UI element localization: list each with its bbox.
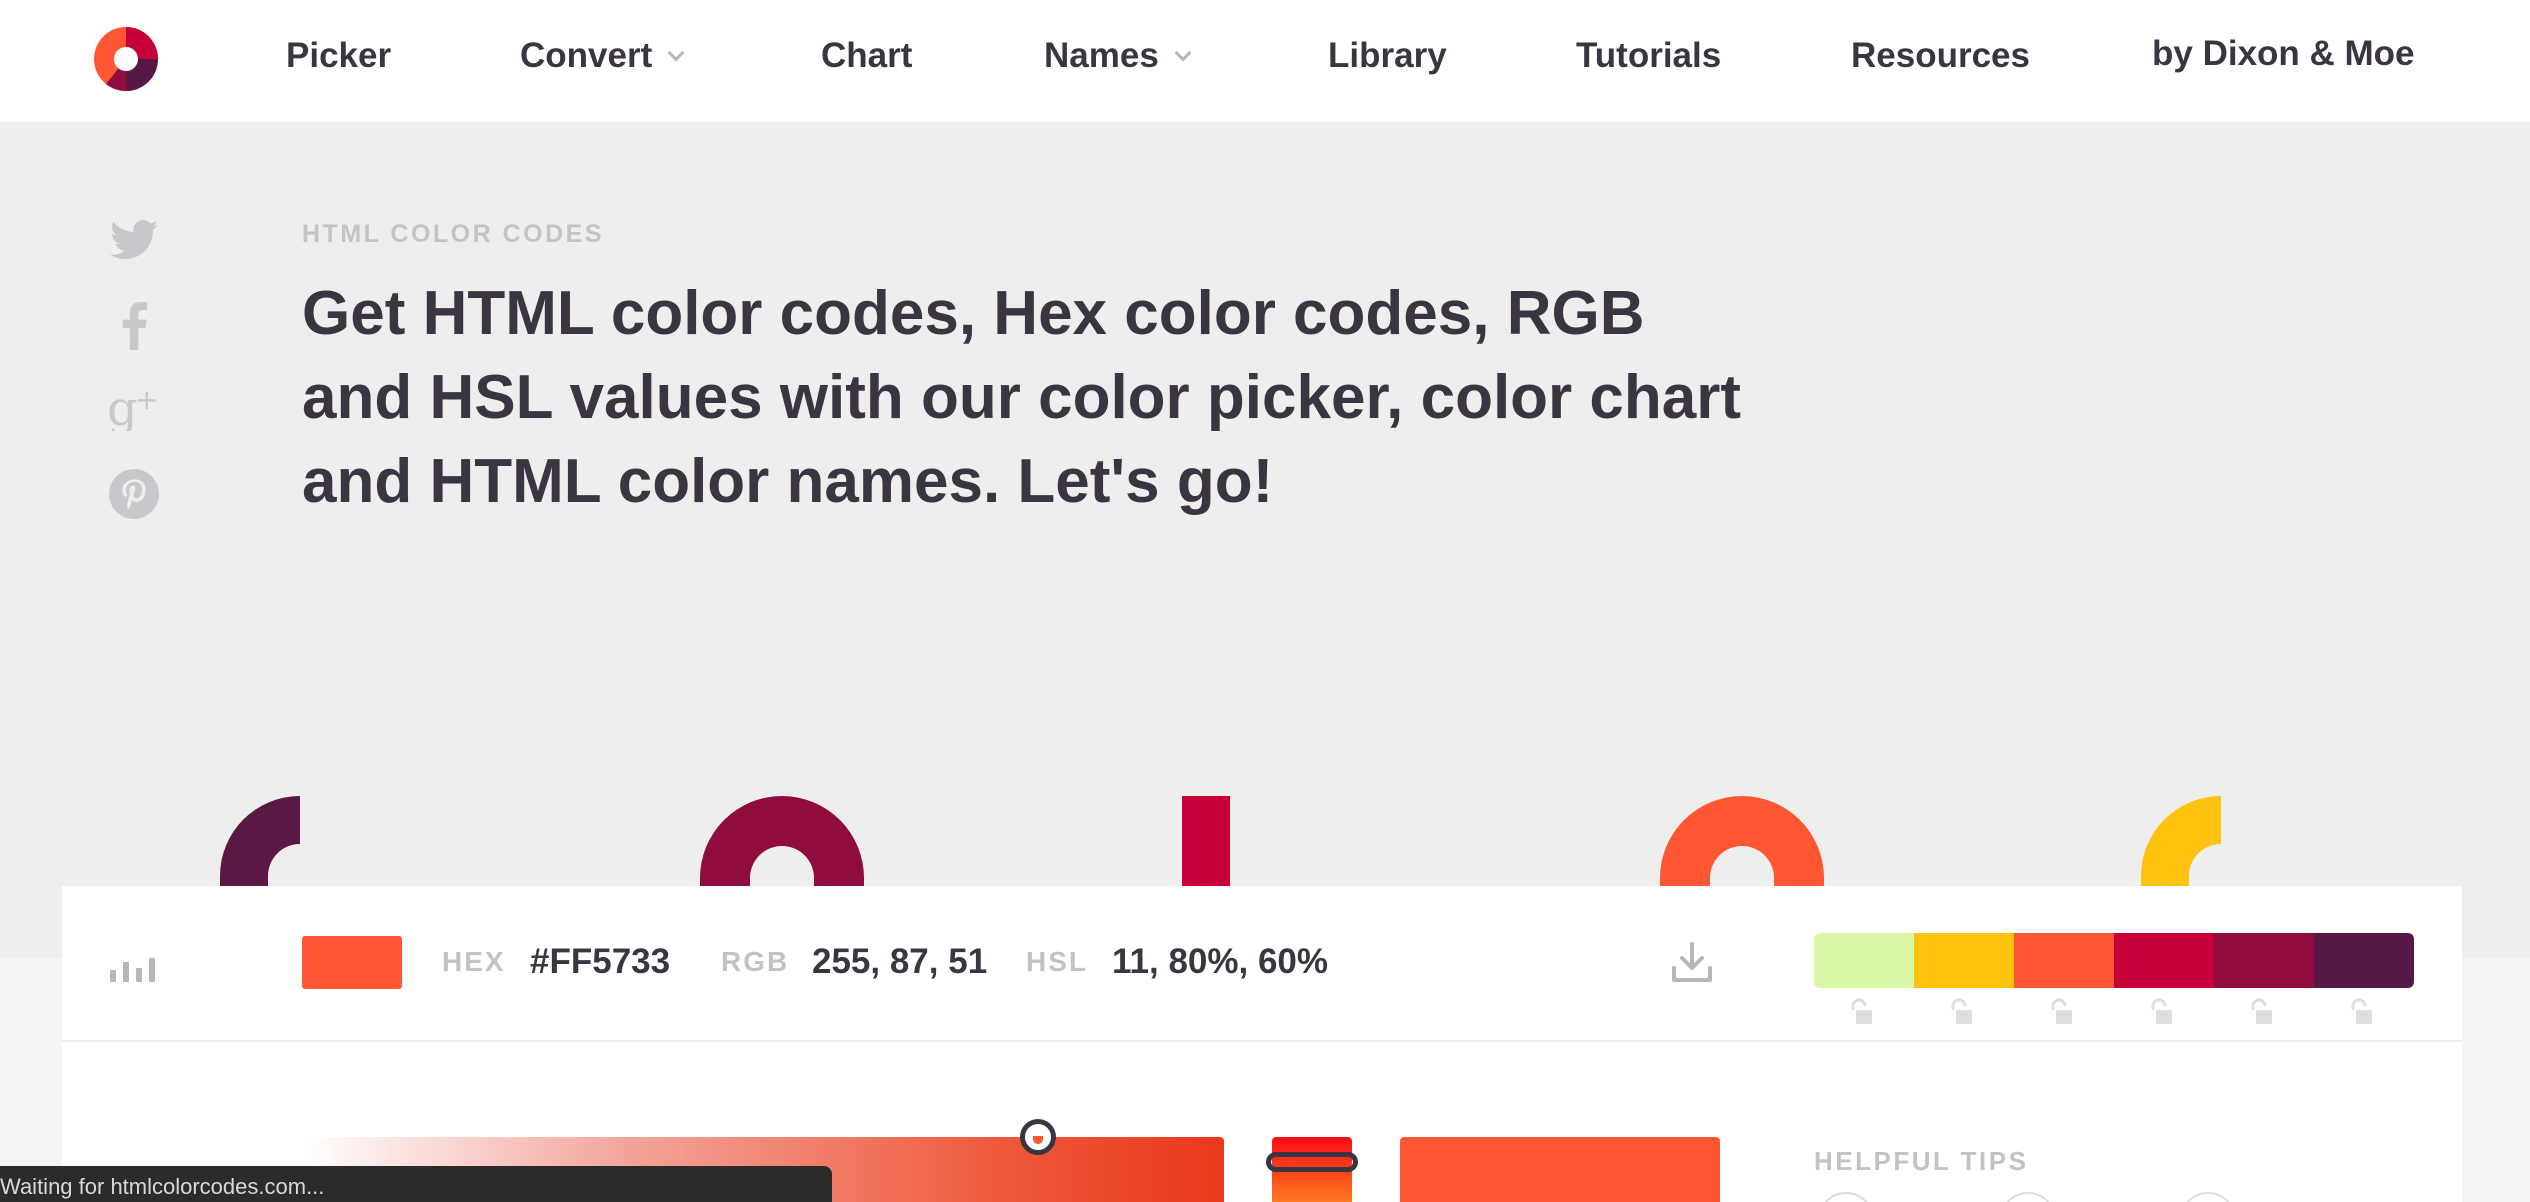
chevron-down-icon — [667, 44, 685, 62]
nav-convert-label: Convert — [520, 36, 653, 75]
page-headline: Get HTML color codes, Hex color codes, R… — [302, 279, 1742, 516]
deco-bar — [1182, 796, 1230, 886]
picker-handle[interactable] — [1020, 1119, 1056, 1155]
deco-ring — [700, 796, 864, 886]
nav-resources[interactable]: Resources — [1851, 36, 2030, 76]
nav-tutorials[interactable]: Tutorials — [1576, 36, 1721, 76]
facebook-icon — [122, 302, 148, 350]
rgb-label: RGB — [721, 946, 790, 977]
nav-chart-label: Chart — [821, 36, 913, 75]
palette-swatch[interactable] — [1814, 933, 1914, 988]
deco-quarter-ring — [220, 796, 300, 886]
download-icon[interactable] — [1668, 938, 1716, 986]
hex-value[interactable]: #FF5733 — [530, 942, 670, 982]
palette-swatch[interactable] — [2114, 933, 2214, 988]
twitter-share[interactable] — [106, 212, 162, 268]
palette-swatch[interactable] — [2314, 933, 2414, 988]
nav-names-label: Names — [1044, 36, 1159, 75]
deco-quarter-ring — [2141, 796, 2221, 886]
color-preview — [1400, 1137, 1720, 1202]
twitter-icon — [110, 220, 158, 259]
nav-chart[interactable]: Chart — [821, 36, 912, 76]
hsl-value[interactable]: 11, 80%, 60% — [1112, 942, 1328, 982]
unlock-icon[interactable] — [1848, 998, 1874, 1026]
nav-library-label: Library — [1328, 36, 1447, 75]
nav-byline-label: by Dixon & Moe — [2152, 34, 2415, 73]
hex-label: HEX — [442, 946, 506, 977]
browser-status-bar: Waiting for htmlcolorcodes.com... — [0, 1166, 832, 1202]
status-text: Waiting for htmlcolorcodes.com... — [0, 1174, 325, 1199]
nav-library[interactable]: Library — [1328, 36, 1447, 76]
nav-resources-label: Resources — [1851, 36, 2030, 75]
google-plus-icon: g+ — [107, 381, 158, 431]
deco-ring — [1660, 796, 1824, 886]
unlock-icon[interactable] — [2148, 998, 2174, 1026]
google-plus-share[interactable]: g + — [106, 378, 162, 434]
top-nav: Picker Convert Chart Names Library Tutor… — [0, 0, 2530, 122]
svg-text:g: g — [107, 381, 138, 431]
color-scheme-palette — [1814, 933, 2414, 988]
palette-swatch[interactable] — [1914, 933, 2014, 988]
unlock-icon[interactable] — [2048, 998, 2074, 1026]
unlock-icon[interactable] — [1948, 998, 1974, 1026]
facebook-share[interactable] — [106, 298, 162, 354]
helpful-tips-heading: HELPFUL TIPS — [1814, 1146, 2029, 1176]
svg-text:+: + — [135, 383, 158, 416]
rgb-value[interactable]: 255, 87, 51 — [812, 942, 987, 982]
unlock-icon[interactable] — [2348, 998, 2374, 1026]
nav-tutorials-label: Tutorials — [1576, 36, 1722, 75]
chart-bars-icon[interactable] — [108, 952, 160, 982]
pinterest-share[interactable] — [106, 466, 162, 522]
page-eyebrow: HTML COLOR CODES — [302, 220, 605, 248]
nav-convert[interactable]: Convert — [520, 36, 685, 76]
nav-picker[interactable]: Picker — [286, 36, 391, 76]
hue-slider-handle[interactable] — [1266, 1152, 1358, 1172]
unlock-icon[interactable] — [2248, 998, 2274, 1026]
nav-names[interactable]: Names — [1044, 36, 1192, 76]
logo-icon[interactable] — [94, 27, 158, 91]
nav-picker-label: Picker — [286, 36, 392, 75]
card-divider — [62, 1040, 2462, 1042]
nav-byline[interactable]: by Dixon & Moe — [2152, 34, 2415, 74]
palette-swatch[interactable] — [2214, 933, 2314, 988]
chevron-down-icon — [1174, 44, 1192, 62]
palette-swatch[interactable] — [2014, 933, 2114, 988]
pinterest-icon — [109, 469, 159, 519]
hsl-label: HSL — [1026, 946, 1088, 977]
current-color-swatch[interactable] — [302, 936, 402, 989]
